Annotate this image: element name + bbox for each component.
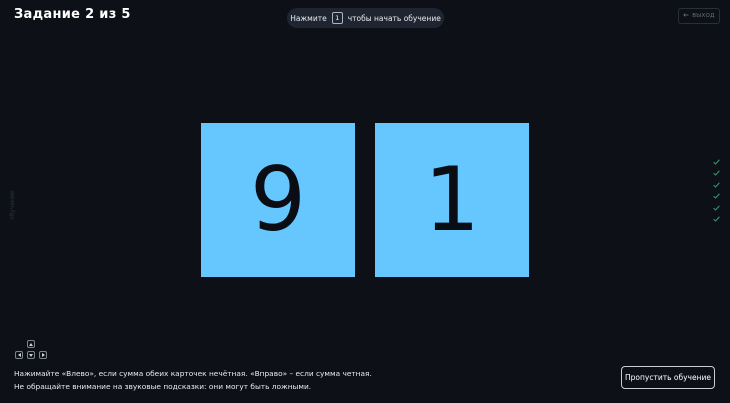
instructions: Нажимайте «Влево», если сумма обеих карт… [14,367,372,393]
check-icon [711,157,721,167]
arrow-right-icon [41,353,45,357]
check-icon [711,180,721,190]
skip-training-button[interactable]: Пропустить обучение [621,366,715,389]
card-right-value: 1 [424,148,480,251]
arrow-left-key [15,351,23,359]
arrow-right-key [39,351,47,359]
card-left: 9 [201,123,355,277]
hint-prefix: Нажмите [290,13,327,23]
check-icon [711,215,721,225]
hint-key: 1 [331,12,343,24]
instructions-line-2: Не обращайте внимание на звуковые подска… [14,382,312,391]
card-right: 1 [375,123,529,277]
start-training-hint: Нажмите 1 чтобы начать обучение [287,8,444,28]
arrow-left-icon [17,353,21,357]
check-icon [711,169,721,179]
task-title: Задание 2 из 5 [14,7,131,22]
arrow-up-icon [29,342,33,346]
exit-button[interactable]: ВЫХОД [678,8,720,24]
arrow-down-key [27,351,35,359]
side-label: обучение [9,190,16,220]
check-icon [711,192,721,202]
check-icon [711,203,721,213]
hint-suffix: чтобы начать обучение [347,13,441,23]
instructions-line-1: Нажимайте «Влево», если сумма обеих карт… [14,369,372,378]
card-left-value: 9 [250,148,306,251]
arrow-left-icon [683,13,689,19]
exit-label: ВЫХОД [692,13,715,19]
arrow-up-key [27,340,35,348]
arrow-down-icon [29,353,33,357]
progress-checks [711,157,721,224]
